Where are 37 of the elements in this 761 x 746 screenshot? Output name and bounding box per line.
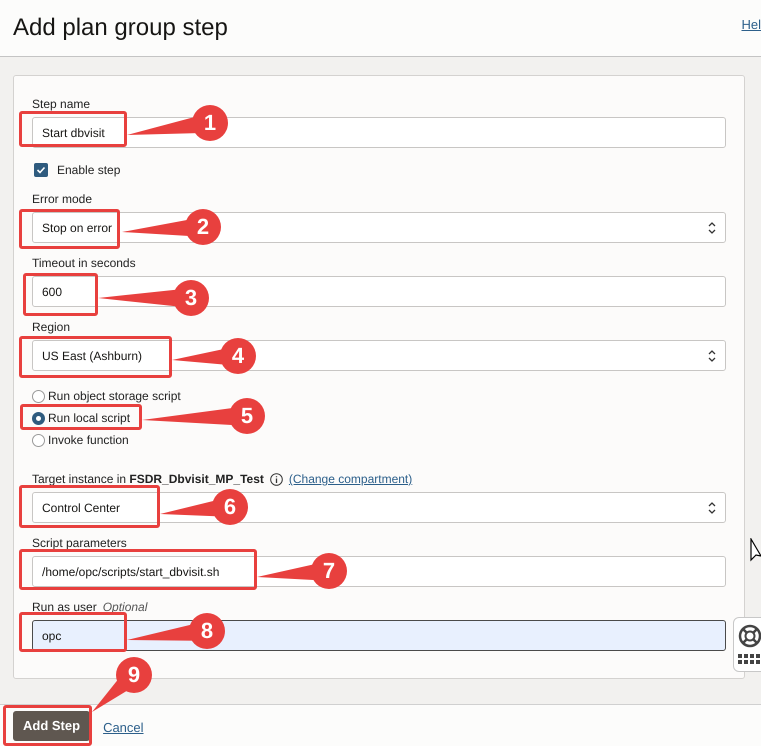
- numbered-callout: 1: [126, 104, 229, 142]
- select-chevron-icon: [708, 348, 716, 362]
- cancel-link[interactable]: Cancel: [103, 718, 144, 738]
- change-compartment-link[interactable]: (Change compartment): [288, 472, 412, 486]
- radio-button[interactable]: [32, 390, 45, 402]
- numbered-callout: 7: [256, 552, 348, 590]
- numbered-callout: 8: [126, 612, 226, 650]
- floating-help-widget[interactable]: [733, 617, 761, 672]
- radio-button[interactable]: [32, 434, 45, 446]
- select-chevron-icon: [708, 500, 716, 514]
- add-step-button[interactable]: Add Step: [13, 711, 90, 741]
- field-label: Run as user: [32, 600, 97, 614]
- numbered-callout: 9: [91, 656, 153, 713]
- select-chevron-icon: [708, 220, 716, 234]
- field-label: Step name: [32, 97, 90, 111]
- field-label: Region: [32, 320, 70, 334]
- info-icon: [270, 472, 283, 486]
- page-title: Add plan group step: [13, 13, 228, 43]
- numbered-callout: 6: [159, 488, 249, 526]
- radio-label: Invoke function: [48, 432, 129, 449]
- radio-label: Run object storage script: [48, 388, 181, 405]
- lifebuoy-icon: [738, 624, 761, 648]
- help-link[interactable]: Hel: [741, 15, 761, 35]
- numbered-callout: 3: [97, 279, 210, 317]
- grid-icon: [738, 654, 760, 666]
- checkbox-label: Enable step: [57, 162, 120, 179]
- field-label: Script parameters: [32, 536, 127, 550]
- field-label: Timeout in seconds: [32, 256, 136, 270]
- field-label: Error mode: [32, 192, 92, 206]
- numbered-callout: 2: [121, 208, 222, 246]
- radio-label: Run local script: [48, 410, 130, 427]
- radio-button[interactable]: [32, 412, 45, 424]
- numbered-callout: 4: [171, 337, 257, 375]
- check-icon: [36, 165, 46, 175]
- optional-hint: Optional: [102, 600, 148, 614]
- checkbox[interactable]: [34, 163, 48, 177]
- field-label: Target instance in FSDR_Dbvisit_MP_Test: [32, 472, 264, 486]
